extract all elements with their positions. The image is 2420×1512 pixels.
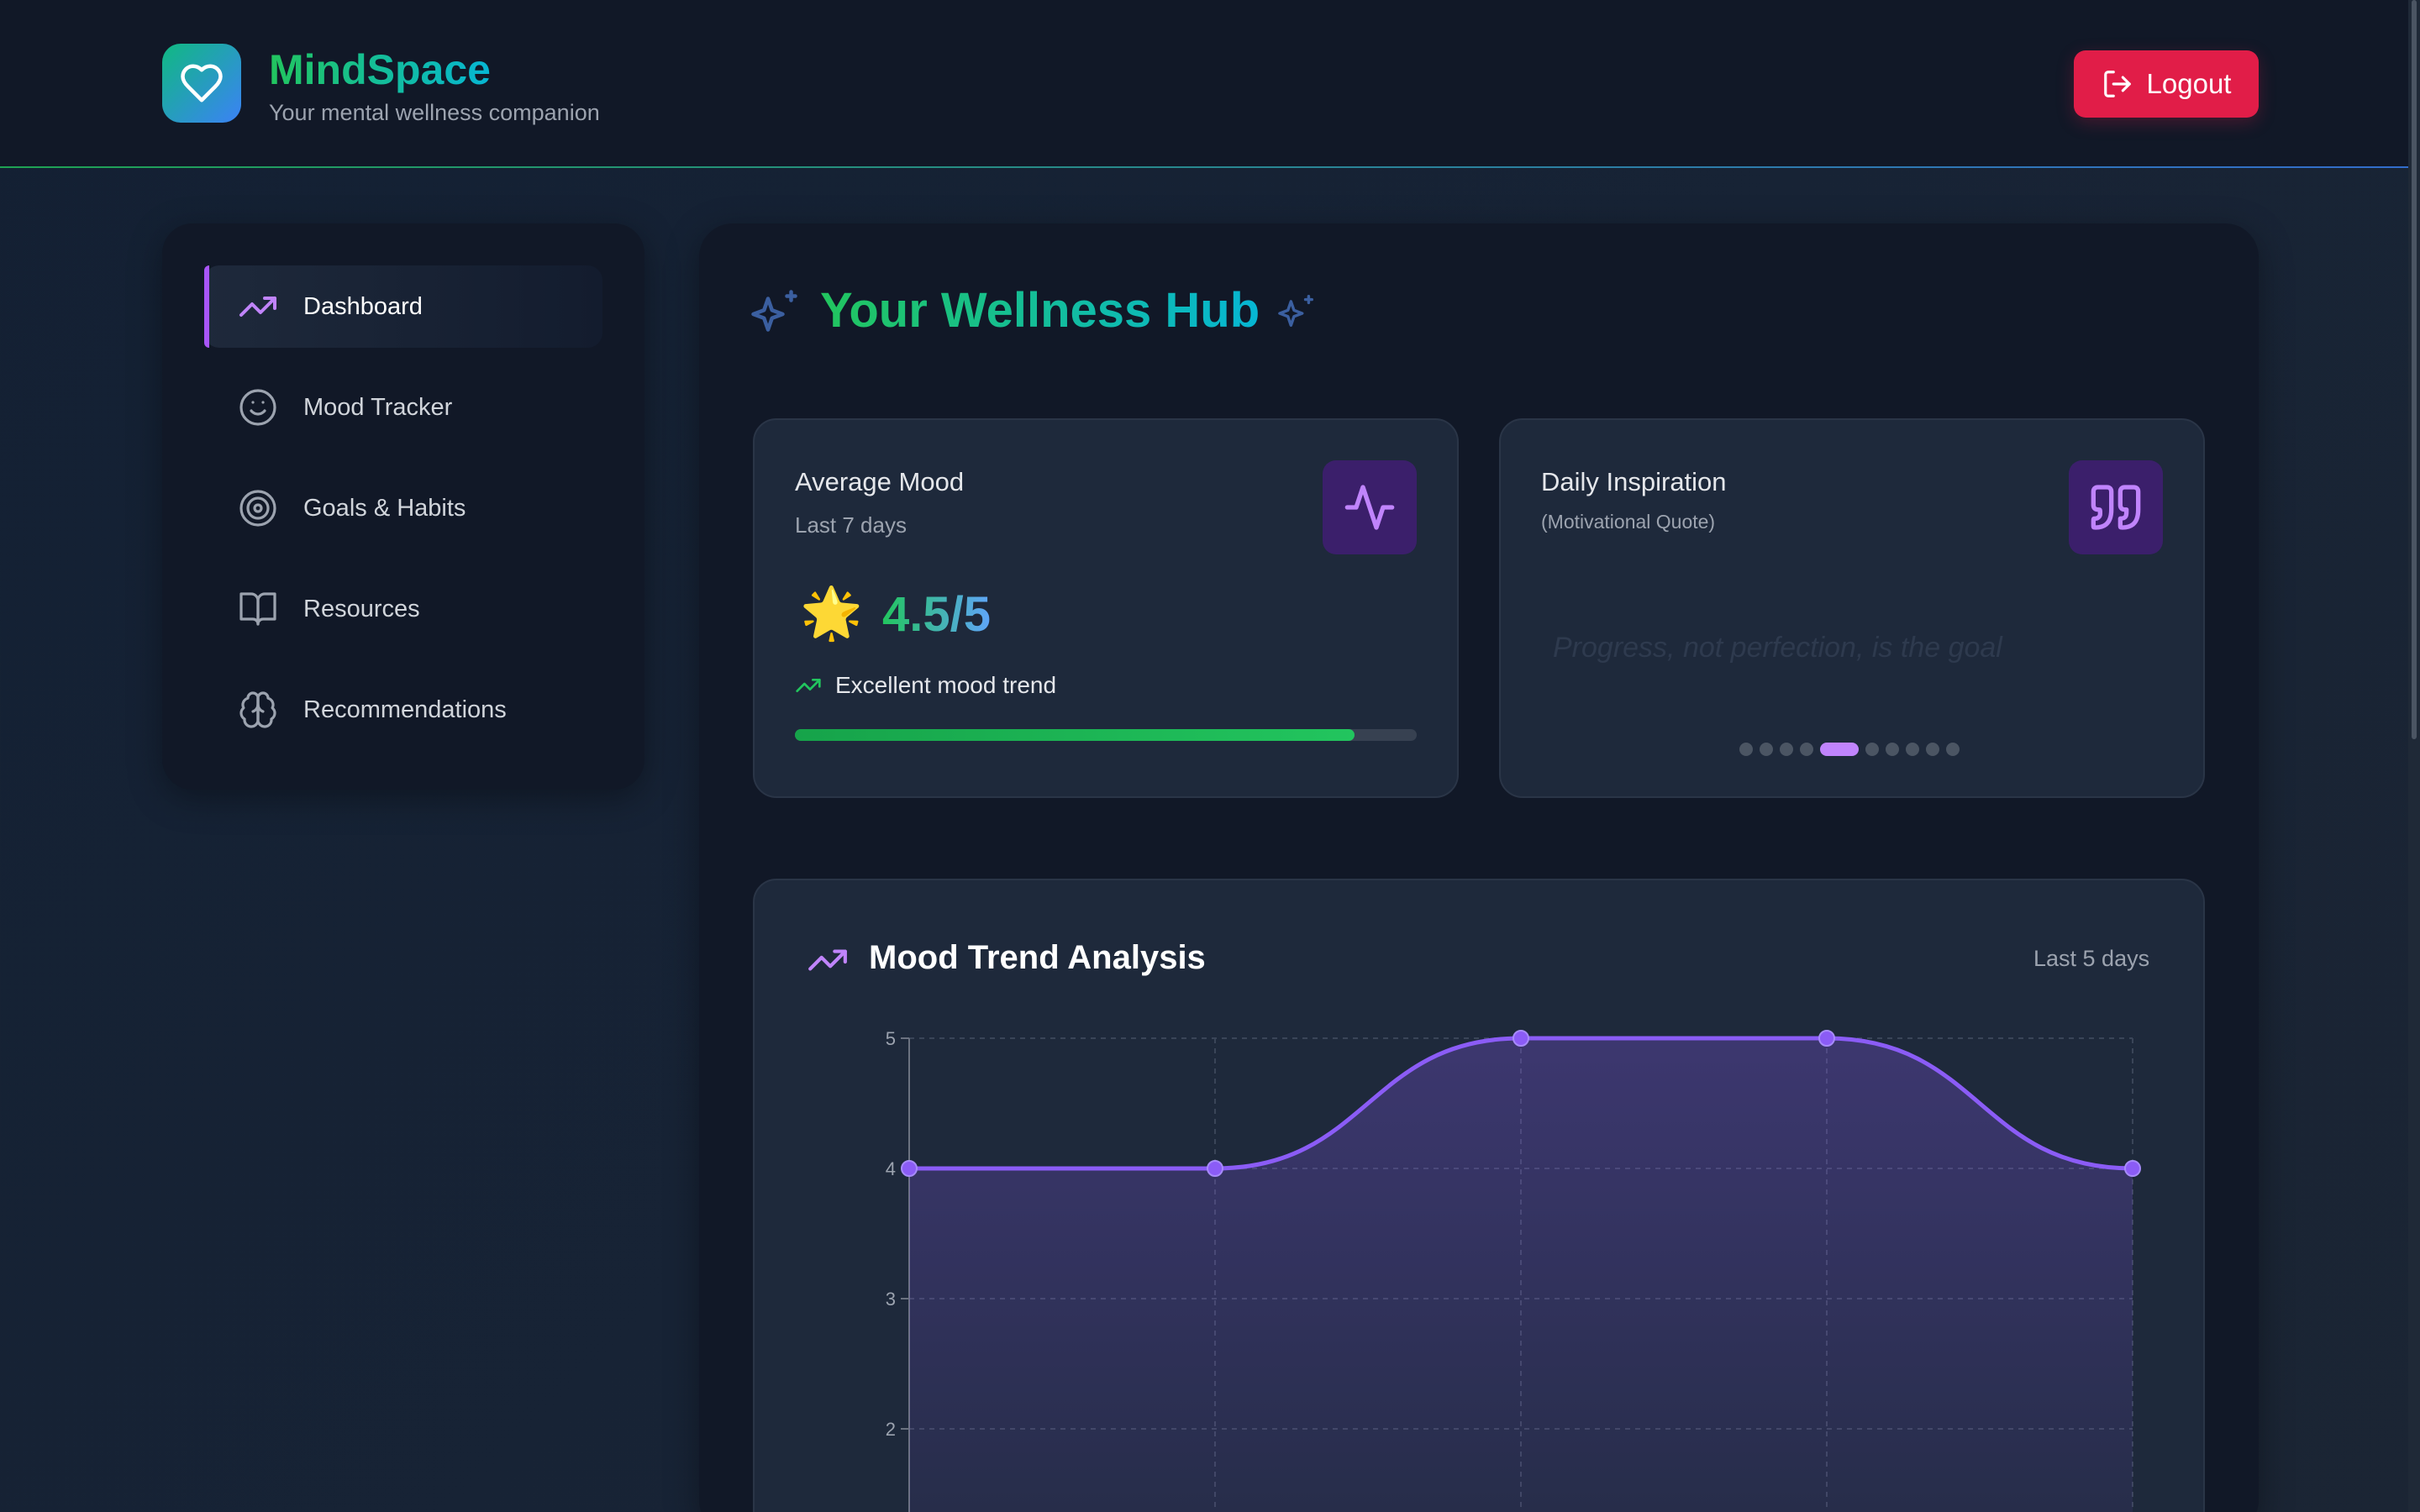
sidebar: Dashboard Mood Tracker Goals & Habits Re… <box>162 223 644 790</box>
activity-icon-box <box>1323 460 1417 554</box>
sidebar-item-label: Resources <box>303 595 420 622</box>
sidebar-item-resources[interactable]: Resources <box>204 568 602 650</box>
carousel-dot[interactable] <box>1800 743 1813 756</box>
sidebar-item-label: Dashboard <box>303 292 423 320</box>
book-open-icon <box>238 589 278 629</box>
data-point[interactable] <box>1207 1160 1223 1177</box>
quote-icon-box <box>2069 460 2163 554</box>
sidebar-item-mood-tracker[interactable]: Mood Tracker <box>204 366 602 449</box>
carousel-dot[interactable] <box>1886 743 1899 756</box>
daily-quote-text: Progress, not perfection, is the goal <box>1553 632 2002 664</box>
app-name: MindSpace <box>269 44 491 96</box>
carousel-dot[interactable] <box>1926 743 1939 756</box>
activity-icon <box>1344 485 1395 530</box>
daily-inspiration-subtitle: (Motivational Quote) <box>1541 511 1716 533</box>
sidebar-item-label: Recommendations <box>303 696 507 723</box>
y-tick-label: 3 <box>886 1289 896 1310</box>
mood-progress-fill <box>795 729 1355 741</box>
y-tick-label: 5 <box>886 1028 896 1049</box>
sidebar-item-recommendations[interactable]: Recommendations <box>204 669 602 751</box>
trending-up-icon <box>238 286 278 327</box>
sidebar-item-goals-habits[interactable]: Goals & Habits <box>204 467 602 549</box>
mood-progress-bar <box>795 729 1417 741</box>
average-mood-value: 4.5/5 <box>882 585 991 645</box>
brain-icon <box>238 690 278 730</box>
carousel-dot[interactable] <box>1865 743 1879 756</box>
trending-up-icon <box>808 949 847 971</box>
carousel-dot[interactable] <box>1906 743 1919 756</box>
sidebar-item-label: Goals & Habits <box>303 494 466 522</box>
data-point[interactable] <box>1818 1030 1835 1047</box>
y-tick-label: 2 <box>886 1419 896 1440</box>
star-emoji: 🌟 <box>800 585 863 641</box>
daily-inspiration-title: Daily Inspiration <box>1541 467 1727 496</box>
logout-label: Logout <box>2146 68 2232 99</box>
series-area <box>909 1038 2133 1512</box>
data-point[interactable] <box>901 1160 918 1177</box>
target-icon <box>238 488 278 528</box>
header-divider <box>0 166 2408 168</box>
average-mood-title: Average Mood <box>795 467 965 496</box>
page-title-row: Your Wellness Hub <box>751 277 1317 344</box>
logout-button[interactable]: Logout <box>2074 50 2259 118</box>
carousel-dot[interactable] <box>1760 743 1773 756</box>
quote-icon <box>2091 485 2141 530</box>
smile-icon <box>238 387 278 428</box>
carousel-dot[interactable] <box>1946 743 1960 756</box>
logout-icon <box>2103 71 2131 97</box>
app-logo[interactable] <box>162 44 241 123</box>
data-point[interactable] <box>1512 1030 1529 1047</box>
carousel-dot[interactable] <box>1820 743 1859 756</box>
heart-icon <box>181 64 223 102</box>
average-mood-subtitle: Last 7 days <box>795 512 907 538</box>
sidebar-item-dashboard[interactable]: Dashboard <box>204 265 602 348</box>
mood-trend-row: Excellent mood trend <box>795 672 1056 699</box>
carousel-dot[interactable] <box>1739 743 1753 756</box>
sparkles-icon <box>1278 295 1314 327</box>
mood-trend-chart: 2 3 4 5 <box>886 1028 2141 1512</box>
chart-range-label: Last 5 days <box>2033 946 2150 971</box>
y-tick-label: 4 <box>886 1158 896 1179</box>
app-tagline: Your mental wellness companion <box>269 100 600 125</box>
scrollbar-thumb[interactable] <box>2412 0 2417 739</box>
trending-up-icon <box>796 679 821 692</box>
page-title: Your Wellness Hub <box>820 277 1260 344</box>
chart-title: Mood Trend Analysis <box>869 939 1206 976</box>
mood-trend-label: Excellent mood trend <box>835 672 1057 698</box>
carousel-dot[interactable] <box>1780 743 1793 756</box>
sparkles-icon <box>751 290 797 332</box>
data-point[interactable] <box>2124 1160 2141 1177</box>
sidebar-item-label: Mood Tracker <box>303 393 453 421</box>
